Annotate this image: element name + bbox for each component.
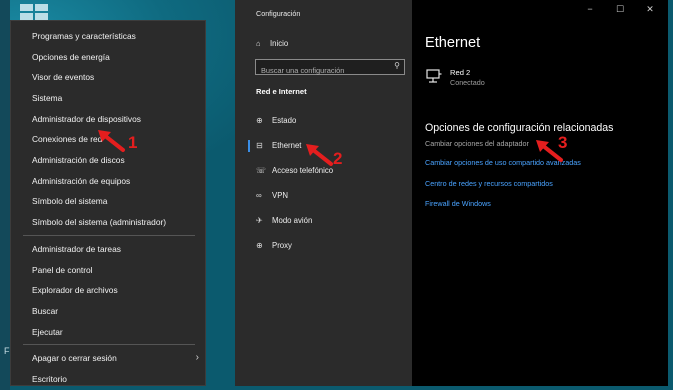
menu-item-programs[interactable]: Programas y características	[11, 26, 207, 46]
airplane-icon: ✈	[256, 216, 263, 225]
menu-item-computer-management[interactable]: Administración de equipos	[11, 171, 207, 191]
nav-item-label: Ethernet	[272, 141, 302, 150]
close-button[interactable]: ✕	[638, 4, 662, 15]
desktop-left-strip	[0, 0, 10, 390]
network-adapter-icon[interactable]	[426, 69, 442, 83]
nav-item-label: Modo avión	[272, 216, 313, 225]
home-icon: ⌂	[256, 39, 261, 48]
annotation-arrow-2	[306, 144, 333, 166]
globe-status-icon: ⊕	[256, 116, 263, 125]
power-user-menu: Programas y características Opciones de …	[10, 20, 206, 386]
nav-home[interactable]: ⌂ Inicio	[256, 36, 288, 52]
settings-nav-pane: Configuración ⌂ Inicio ⚲ Red e Internet ⊕…	[235, 0, 412, 386]
nav-item-proxy[interactable]: ⊕ Proxy	[235, 235, 412, 257]
nav-section-heading: Red e Internet	[256, 87, 307, 96]
menu-item-desktop[interactable]: Escritorio	[11, 369, 207, 389]
settings-content-pane: − ☐ ✕ Ethernet Red 2 Conectado Opciones …	[412, 0, 668, 386]
chevron-right-icon: ›	[195, 352, 199, 363]
dialup-icon: ☏	[256, 166, 267, 175]
annotation-number-2: 2	[333, 149, 343, 168]
menu-item-control-panel[interactable]: Panel de control	[11, 260, 207, 280]
link-windows-firewall[interactable]: Firewall de Windows	[425, 199, 491, 208]
search-input[interactable]	[256, 63, 384, 78]
menu-item-device-manager[interactable]: Administrador de dispositivos	[11, 109, 207, 129]
menu-item-search[interactable]: Buscar	[11, 301, 207, 321]
link-network-center[interactable]: Centro de redes y recursos compartidos	[425, 179, 553, 188]
desktop-marker: F	[4, 346, 10, 356]
network-name[interactable]: Red 2	[450, 68, 470, 77]
annotation-number-1: 1	[128, 133, 138, 152]
settings-search-box[interactable]: ⚲	[255, 59, 405, 78]
menu-separator	[23, 235, 195, 236]
nav-item-airplane-mode[interactable]: ✈ Modo avión	[235, 210, 412, 232]
link-adapter-options[interactable]: Cambiar opciones del adaptador	[425, 139, 529, 148]
minimize-button[interactable]: −	[578, 4, 602, 14]
menu-separator	[23, 344, 195, 345]
globe-icon: ⊕	[256, 241, 263, 250]
nav-home-label: Inicio	[270, 39, 289, 48]
menu-item-shutdown[interactable]: Apagar o cerrar sesión ›	[11, 348, 207, 368]
related-settings-heading: Opciones de configuración relacionadas	[425, 122, 614, 134]
menu-item-power-options[interactable]: Opciones de energía	[11, 47, 207, 67]
nav-item-status[interactable]: ⊕ Estado	[235, 110, 412, 132]
search-icon[interactable]: ⚲	[394, 61, 400, 70]
page-title: Ethernet	[425, 35, 481, 51]
nav-item-label: VPN	[272, 191, 289, 200]
nav-item-label: Estado	[272, 116, 297, 125]
window-controls: − ☐ ✕	[578, 4, 668, 20]
menu-item-shutdown-label: Apagar o cerrar sesión	[32, 353, 117, 363]
network-status: Conectado	[450, 78, 485, 87]
ethernet-icon: ⊟	[256, 141, 263, 150]
nav-item-label: Proxy	[272, 241, 292, 250]
menu-item-file-explorer[interactable]: Explorador de archivos	[11, 280, 207, 300]
nav-item-vpn[interactable]: ∞ VPN	[235, 185, 412, 207]
menu-item-system[interactable]: Sistema	[11, 88, 207, 108]
menu-item-command-prompt-admin[interactable]: Símbolo del sistema (administrador)	[11, 212, 207, 232]
annotation-number-3: 3	[558, 133, 568, 152]
maximize-button[interactable]: ☐	[608, 4, 632, 15]
annotation-arrow-1	[98, 130, 125, 152]
vpn-icon: ∞	[256, 191, 262, 200]
windows-logo-icon	[20, 4, 48, 20]
settings-window: Configuración ⌂ Inicio ⚲ Red e Internet ⊕…	[235, 0, 668, 386]
menu-item-task-manager[interactable]: Administrador de tareas	[11, 239, 207, 259]
window-title: Configuración	[256, 9, 301, 18]
menu-item-run[interactable]: Ejecutar	[11, 322, 207, 342]
menu-item-command-prompt[interactable]: Símbolo del sistema	[11, 191, 207, 211]
menu-item-event-viewer[interactable]: Visor de eventos	[11, 67, 207, 87]
